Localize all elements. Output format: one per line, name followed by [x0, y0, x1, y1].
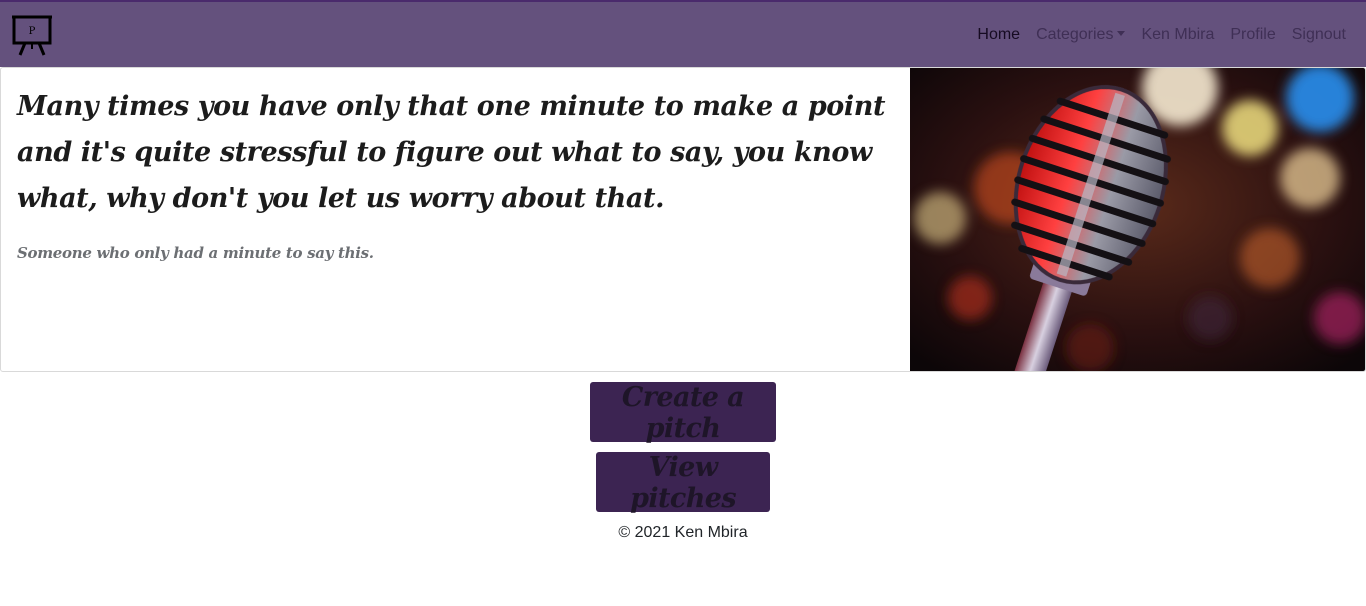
footer-copyright: © 2021 Ken Mbira — [618, 524, 748, 541]
create-pitch-button[interactable]: Create a pitch — [590, 382, 776, 444]
hero-quote: Many times you have only that one minute… — [17, 91, 886, 214]
nav-profile[interactable]: Profile — [1230, 26, 1275, 44]
presentation-board-icon[interactable]: P — [11, 14, 53, 56]
nav-categories[interactable]: Categories — [1036, 25, 1126, 44]
brand-letter: P — [29, 26, 36, 37]
nav-home[interactable]: Home — [977, 26, 1020, 44]
view-pitches-button[interactable]: View pitches — [596, 452, 770, 514]
nav-links: Home Categories Ken Mbira Profile Signou… — [977, 2, 1346, 67]
caret-down-icon — [1117, 30, 1126, 36]
hero-attribution: Someone who only had a minute to say thi… — [17, 244, 374, 262]
nav-categories-label: Categories — [1036, 25, 1114, 43]
hero-card: Many times you have only that one minute… — [0, 67, 1366, 372]
nav-user[interactable]: Ken Mbira — [1141, 26, 1214, 44]
navbar: P Home Categories Ken Mbira Profile Sign… — [0, 0, 1366, 67]
nav-signout[interactable]: Signout — [1292, 26, 1346, 44]
hero-text: Many times you have only that one minute… — [17, 84, 897, 262]
microphone-photo — [910, 68, 1365, 371]
